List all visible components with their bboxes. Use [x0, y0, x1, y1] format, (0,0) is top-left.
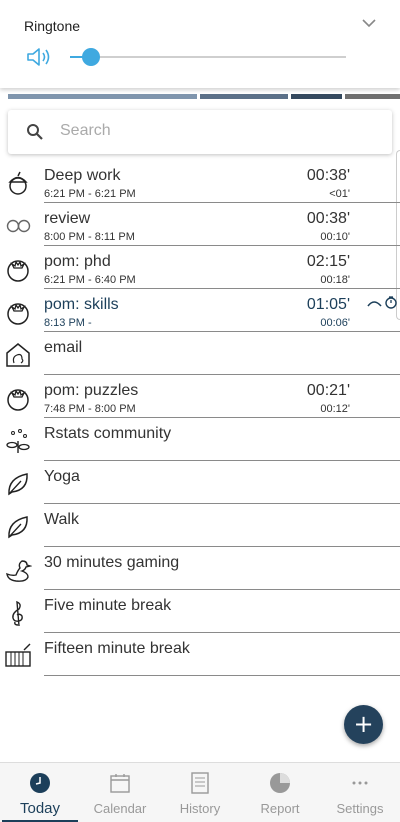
pie-chart-icon	[270, 773, 290, 793]
tomato-icon	[7, 260, 29, 282]
acorn-icon	[8, 171, 28, 195]
nav-item-history[interactable]: History	[160, 763, 240, 822]
activity-row[interactable]: email	[0, 332, 400, 375]
activity-total-duration: 00:38'	[306, 167, 350, 184]
activity-row[interactable]: Yoga	[0, 461, 400, 504]
nav-item-report[interactable]: Report	[240, 763, 320, 822]
activity-last-duration: <01'	[329, 188, 350, 200]
activity-row[interactable]: Five minute break	[0, 590, 400, 633]
activity-name: Walk	[44, 511, 79, 528]
activity-name: Deep work	[44, 167, 121, 184]
activity-total-duration: 00:21'	[306, 382, 350, 399]
nav-item-settings[interactable]: Settings	[320, 763, 400, 822]
activity-name: pom: puzzles	[44, 382, 139, 399]
nav-label: Calendar	[93, 801, 147, 816]
activity-name: 30 minutes gaming	[44, 554, 180, 571]
activity-name: Yoga	[44, 468, 80, 485]
volume-title: Ringtone	[24, 18, 81, 34]
activity-name: review	[44, 210, 91, 227]
category-color-segment	[290, 94, 343, 99]
activity-name: email	[44, 339, 83, 356]
treble-clef-icon	[12, 600, 23, 627]
search-input[interactable]: Search	[60, 122, 111, 140]
tomato-icon	[7, 389, 29, 411]
row-divider	[44, 675, 400, 676]
add-activity-button[interactable]: +	[344, 705, 383, 744]
activity-last-duration: 00:18'	[320, 274, 350, 286]
activity-name: pom: phd	[44, 253, 111, 270]
category-color-segment	[199, 94, 288, 99]
nav-item-calendar[interactable]: Calendar	[80, 763, 160, 822]
activity-row[interactable]: 30 minutes gaming	[0, 547, 400, 590]
sprout-icon	[6, 429, 30, 453]
nav-item-today[interactable]: Today	[0, 763, 80, 822]
nav-label: History	[179, 801, 221, 816]
activity-time-range: 6:21 PM - 6:21 PM	[44, 188, 136, 200]
activity-time-range: 8:00 PM - 8:11 PM	[44, 231, 135, 243]
nav-label: Today	[19, 800, 61, 817]
activity-time-range: 8:13 PM -	[44, 317, 92, 329]
xylophone-icon	[5, 643, 31, 667]
category-color-segment	[8, 94, 197, 99]
activity-last-duration: 00:06'	[320, 317, 350, 329]
activity-row[interactable]: pom: skills 8:13 PM - 01:05' 00:06'	[0, 289, 400, 332]
activity-row[interactable]: Walk	[0, 504, 400, 547]
speaker-icon[interactable]	[26, 46, 52, 68]
nav-label: Report	[260, 801, 300, 816]
activity-total-duration: 00:38'	[306, 210, 350, 227]
bottom-navigation: Today Calendar History Report Settings	[0, 762, 400, 822]
activity-row[interactable]: pom: phd 6:21 PM - 6:40 PM 02:15' 00:18'	[0, 246, 400, 289]
activity-total-duration: 01:05'	[306, 296, 350, 313]
search-icon	[27, 124, 43, 140]
category-color-segment	[345, 94, 400, 99]
running-timer-icon[interactable]	[366, 294, 398, 312]
activity-time-range: 6:21 PM - 6:40 PM	[44, 274, 136, 286]
activity-name: Five minute break	[44, 597, 172, 614]
activity-row[interactable]: Rstats community	[0, 418, 400, 461]
more-dots-icon	[352, 781, 368, 785]
activity-last-duration: 00:12'	[320, 403, 350, 415]
clock-icon	[30, 773, 50, 793]
volume-slider[interactable]	[70, 48, 346, 66]
activity-row[interactable]: Deep work 6:21 PM - 6:21 PM 00:38' <01'	[0, 160, 400, 203]
house-icon	[6, 343, 30, 367]
duck-icon	[6, 560, 32, 582]
leaf-icon	[8, 473, 28, 496]
activity-total-duration: 02:15'	[306, 253, 350, 270]
activity-row[interactable]: review 8:00 PM - 8:11 PM 00:38' 00:10'	[0, 203, 400, 246]
activity-name: Fifteen minute break	[44, 640, 190, 657]
infinity-icon	[6, 219, 31, 233]
leaf-icon	[8, 516, 28, 539]
chevron-down-icon[interactable]	[360, 16, 378, 30]
category-color-strip	[8, 94, 400, 99]
history-icon	[191, 772, 209, 794]
activity-name: pom: skills	[44, 296, 119, 313]
activity-time-range: 7:48 PM - 8:00 PM	[44, 403, 136, 415]
search-bar[interactable]: Search	[8, 110, 392, 154]
volume-panel: Ringtone	[0, 0, 400, 88]
calendar-icon	[110, 774, 130, 793]
plus-icon: +	[353, 710, 374, 738]
activity-row[interactable]: Fifteen minute break	[0, 633, 400, 676]
activity-name: Rstats community	[44, 425, 172, 442]
activity-row[interactable]: pom: puzzles 7:48 PM - 8:00 PM 00:21' 00:12…	[0, 375, 400, 418]
volume-thumb[interactable]	[81, 48, 100, 66]
nav-label: Settings	[336, 801, 384, 816]
activity-list: Deep work 6:21 PM - 6:21 PM 00:38' <01' revi…	[0, 160, 400, 676]
activity-last-duration: 00:10'	[320, 231, 350, 243]
tomato-icon	[7, 303, 29, 325]
